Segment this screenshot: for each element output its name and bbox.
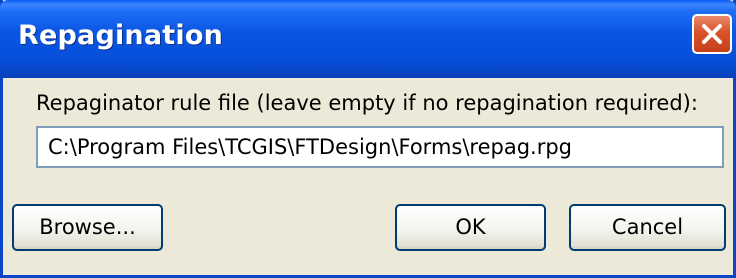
dialog-body: Repaginator rule file (leave empty if no… [3, 78, 733, 275]
ok-button[interactable]: OK [395, 204, 546, 251]
close-button[interactable] [692, 14, 732, 54]
title-bar[interactable]: Repagination [0, 0, 736, 78]
repaginator-rule-file-input[interactable]: C:\Program Files\TCGIS\FTDesign\Forms\re… [36, 126, 724, 168]
repaginator-rule-file-label: Repaginator rule file (leave empty if no… [36, 91, 698, 115]
browse-button[interactable]: Browse... [12, 204, 163, 251]
window-title: Repagination [18, 20, 224, 51]
cancel-button[interactable]: Cancel [569, 204, 726, 251]
close-icon [702, 24, 722, 44]
repagination-dialog: Repagination Repaginator rule file (leav… [0, 0, 736, 278]
